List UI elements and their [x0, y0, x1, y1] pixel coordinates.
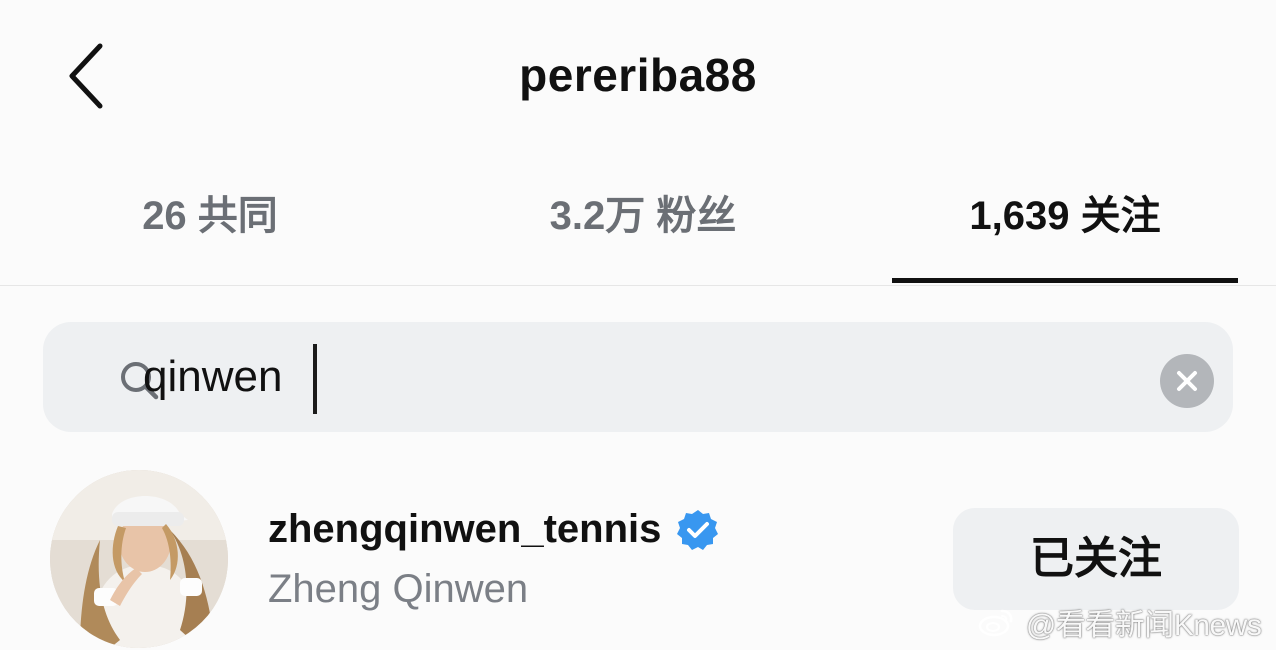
profile-photo: [50, 470, 228, 648]
page-title: pereriba88: [519, 49, 757, 101]
clear-search-button[interactable]: [1160, 354, 1214, 408]
active-tab-indicator: [892, 278, 1238, 283]
weibo-logo-icon: [978, 609, 1013, 637]
header: pereriba88: [0, 0, 1276, 150]
verified-badge-icon: [676, 509, 718, 550]
text-cursor: [313, 344, 317, 414]
tab-followers[interactable]: 3.2万 粉丝: [478, 188, 808, 258]
tab-following[interactable]: 1,639 关注: [892, 188, 1238, 258]
username[interactable]: zhengqinwen_tennis: [268, 507, 661, 551]
watermark-text: @看看新闻Knews: [1025, 609, 1262, 642]
watermark: @看看新闻Knews: [978, 600, 1262, 642]
search-bar[interactable]: [43, 322, 1233, 432]
username-line: zhengqinwen_tennis: [268, 507, 720, 563]
clear-icon: [1177, 371, 1197, 391]
full-name: Zheng Qinwen: [268, 567, 529, 611]
following-button[interactable]: 已关注: [953, 508, 1239, 610]
avatar[interactable]: [50, 470, 228, 648]
tab-mutual[interactable]: 26 共同: [80, 188, 340, 258]
page: pereriba88 26 共同 3.2万 粉丝 1,639 关注 qinwen…: [0, 0, 1276, 650]
tab-bar: 26 共同 3.2万 粉丝 1,639 关注: [0, 170, 1276, 286]
search-input[interactable]: [143, 344, 1043, 410]
